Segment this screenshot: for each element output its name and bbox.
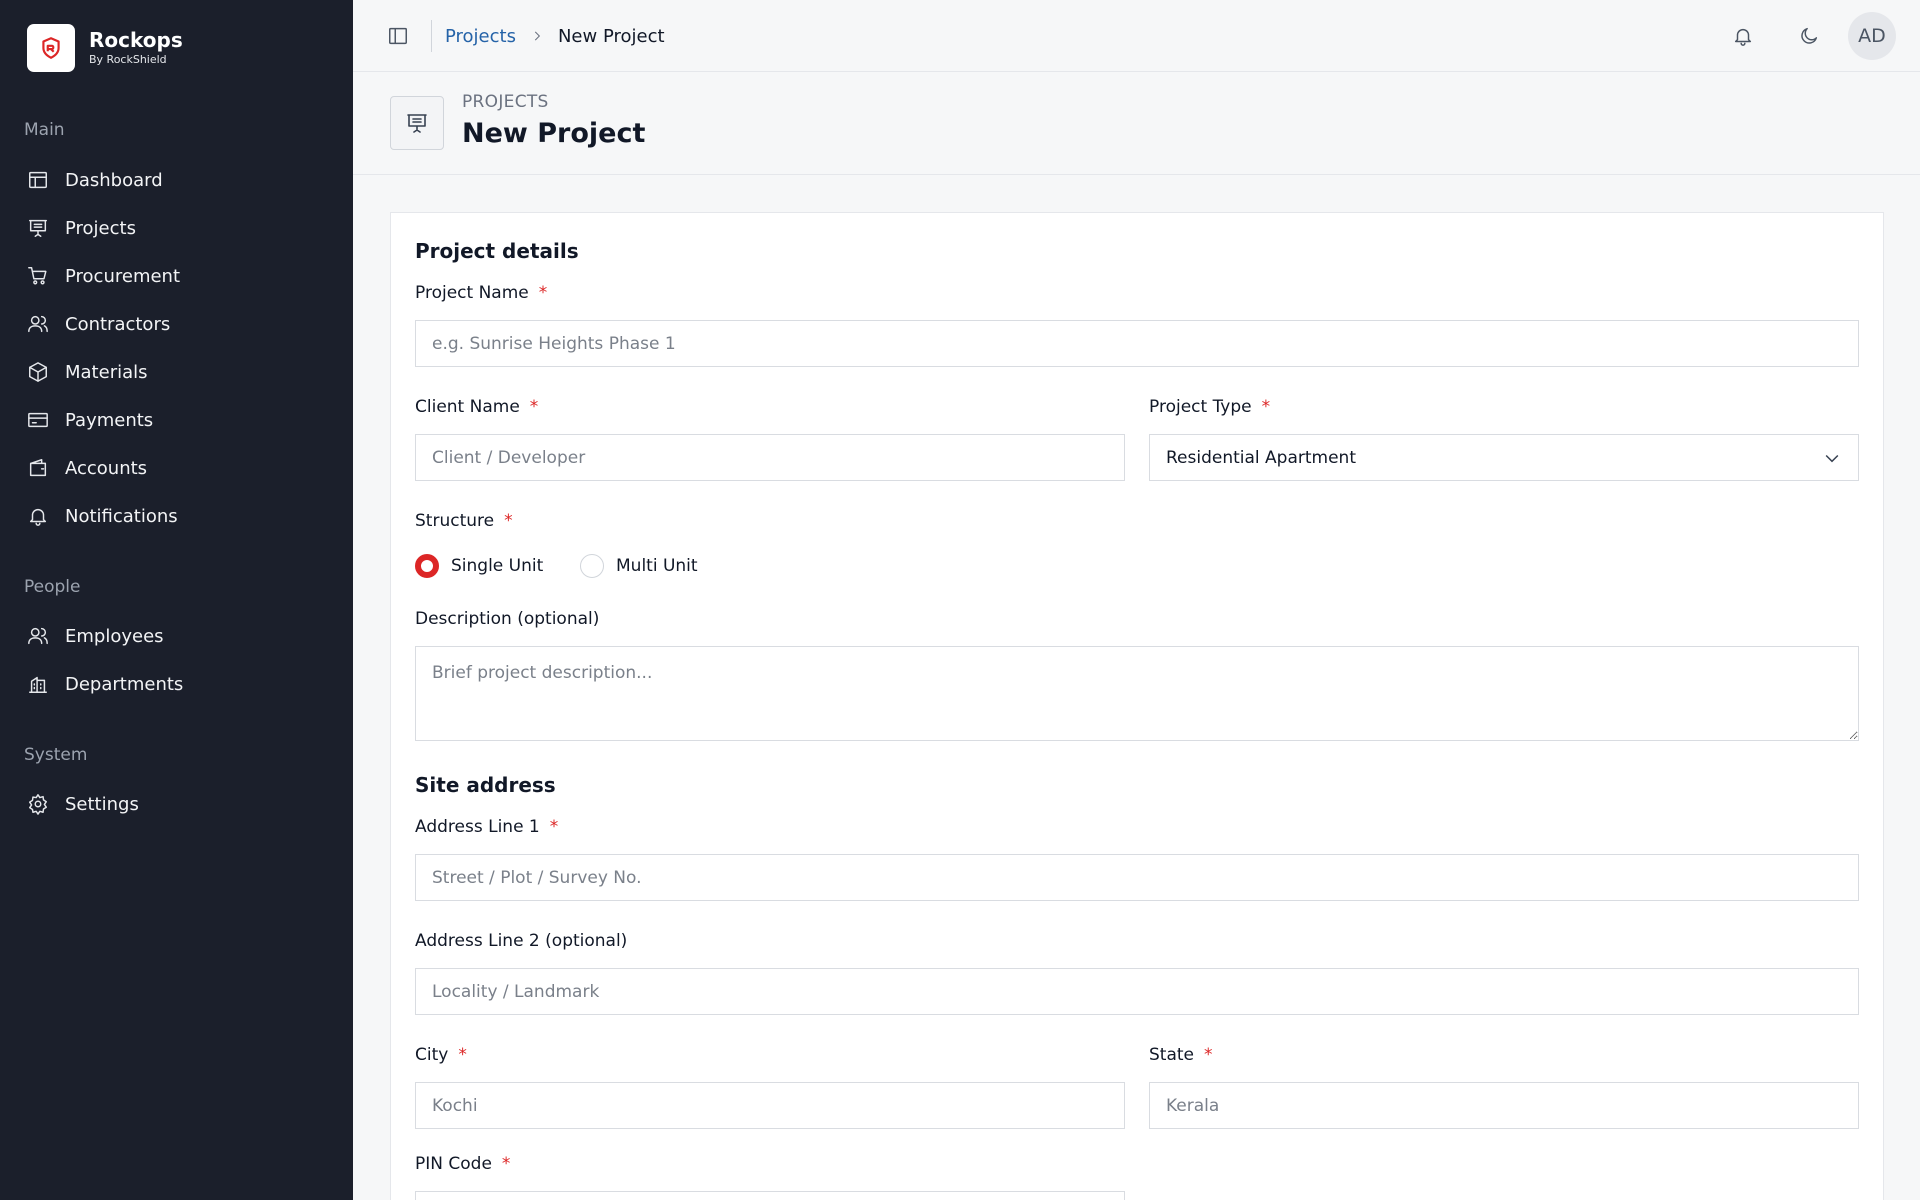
radio-unchecked-icon (580, 554, 604, 578)
state-label: State * (1149, 1045, 1213, 1065)
city-label: City * (415, 1045, 467, 1065)
client-name-label: Client Name * (415, 397, 539, 417)
rockops-logo-icon (27, 24, 75, 72)
wallet-icon (26, 456, 50, 480)
brand[interactable]: Rockops By RockShield (27, 24, 183, 72)
radio-label: Multi Unit (616, 556, 698, 576)
projects-icon (390, 96, 444, 150)
dashboard-icon (26, 168, 50, 192)
pin-code-input[interactable] (415, 1191, 1125, 1200)
section-title-site-address: Site address (415, 773, 556, 797)
page-kicker: PROJECTS (462, 92, 549, 112)
nav-group-system: System (24, 745, 88, 765)
project-type-value: Residential Apartment (1166, 447, 1356, 468)
sidebar-item-notifications[interactable]: Notifications (26, 499, 178, 533)
chevron-down-icon (1825, 454, 1839, 462)
box-icon (26, 360, 50, 384)
sidebar-item-accounts[interactable]: Accounts (26, 451, 147, 485)
section-title-project-details: Project details (415, 239, 579, 263)
theme-toggle-button[interactable] (1793, 20, 1825, 52)
sidebar-item-label: Departments (65, 673, 184, 695)
required-marker: * (458, 1045, 467, 1065)
required-marker: * (529, 397, 539, 417)
building-icon (26, 672, 50, 696)
sidebar-item-materials[interactable]: Materials (26, 355, 148, 389)
header-divider (431, 20, 432, 52)
radio-label: Single Unit (451, 556, 544, 576)
required-marker: * (1261, 397, 1271, 417)
chevron-right-icon (530, 29, 544, 43)
nav-group-main: Main (24, 120, 65, 140)
users-icon (26, 312, 50, 336)
nav-group-people: People (24, 577, 81, 597)
main-content: Project details Project Name* Client Nam… (353, 175, 1920, 1200)
sidebar-item-dashboard[interactable]: Dashboard (26, 163, 163, 197)
sidebar-item-contractors[interactable]: Contractors (26, 307, 170, 341)
pin-code-label: PIN Code * (415, 1154, 511, 1174)
notifications-button[interactable] (1727, 20, 1759, 52)
address-line-2-label: Address Line 2 (optional) (415, 931, 628, 951)
sidebar-item-label: Payments (65, 409, 154, 431)
required-marker: * (538, 283, 548, 303)
cart-icon (26, 264, 50, 288)
required-marker: * (504, 511, 513, 531)
sidebar-item-label: Settings (65, 793, 139, 815)
card-icon (26, 408, 50, 432)
sidebar-item-employees[interactable]: Employees (26, 619, 164, 653)
city-input[interactable] (415, 1082, 1125, 1129)
sidebar-item-label: Projects (65, 217, 136, 239)
project-type-label: Project Type * (1149, 397, 1271, 417)
structure-option-single-unit[interactable]: Single Unit (415, 554, 543, 578)
sidebar-item-label: Notifications (65, 505, 178, 527)
sidebar-item-label: Procurement (65, 265, 181, 287)
sidebar-item-label: Materials (65, 361, 148, 383)
project-name-label: Project Name * (415, 283, 548, 303)
description-textarea[interactable] (415, 646, 1859, 741)
structure-option-multi-unit[interactable]: Multi Unit (580, 554, 698, 578)
avatar[interactable]: AD (1848, 12, 1896, 60)
address-line-2-input[interactable] (415, 968, 1859, 1015)
sidebar-item-label: Accounts (65, 457, 148, 479)
sidebar-item-label: Dashboard (65, 169, 163, 191)
sidebar-toggle-button[interactable] (383, 22, 413, 50)
breadcrumb-current: New Project (557, 25, 665, 47)
sidebar-item-label: Employees (65, 625, 164, 647)
brand-name: Rockops (89, 28, 183, 52)
moon-icon (1801, 27, 1818, 44)
users-icon (26, 624, 50, 648)
brand-subtitle: By RockShield (89, 53, 167, 66)
sidebar-item-payments[interactable]: Payments (26, 403, 153, 437)
sidebar: Rockops By RockShield Main Dashboard Pro… (0, 0, 353, 1200)
projects-icon (26, 216, 50, 240)
project-type-select[interactable]: Residential Apartment (1149, 434, 1859, 481)
breadcrumb: Projects New Project (445, 22, 665, 50)
project-form-card: Project details Project Name* Client Nam… (390, 212, 1884, 1200)
gear-icon (26, 792, 50, 816)
top-bar: Projects New Project AD (353, 0, 1920, 72)
page-title: New Project (462, 118, 646, 149)
structure-label: Structure * (415, 511, 513, 531)
required-marker: * (1204, 1045, 1213, 1065)
required-marker: * (549, 817, 559, 837)
state-input[interactable] (1149, 1082, 1859, 1129)
breadcrumb-projects-link[interactable]: Projects (445, 26, 516, 47)
sidebar-toggle-icon (389, 27, 407, 45)
page-header: PROJECTS New Project (353, 72, 1920, 175)
bell-icon (1734, 28, 1752, 46)
radio-checked-icon (415, 554, 439, 578)
sidebar-item-label: Contractors (65, 313, 171, 335)
bell-icon (26, 504, 50, 528)
project-name-input[interactable] (415, 320, 1859, 367)
address-line-1-label: Address Line 1 * (415, 817, 559, 837)
client-name-input[interactable] (415, 434, 1125, 481)
sidebar-item-projects[interactable]: Projects (26, 211, 136, 245)
sidebar-item-departments[interactable]: Departments (26, 667, 183, 701)
description-label: Description (optional) (415, 609, 600, 629)
sidebar-item-settings[interactable]: Settings (26, 787, 139, 821)
sidebar-item-procurement[interactable]: Procurement (26, 259, 180, 293)
required-marker: * (501, 1154, 511, 1174)
address-line-1-input[interactable] (415, 854, 1859, 901)
